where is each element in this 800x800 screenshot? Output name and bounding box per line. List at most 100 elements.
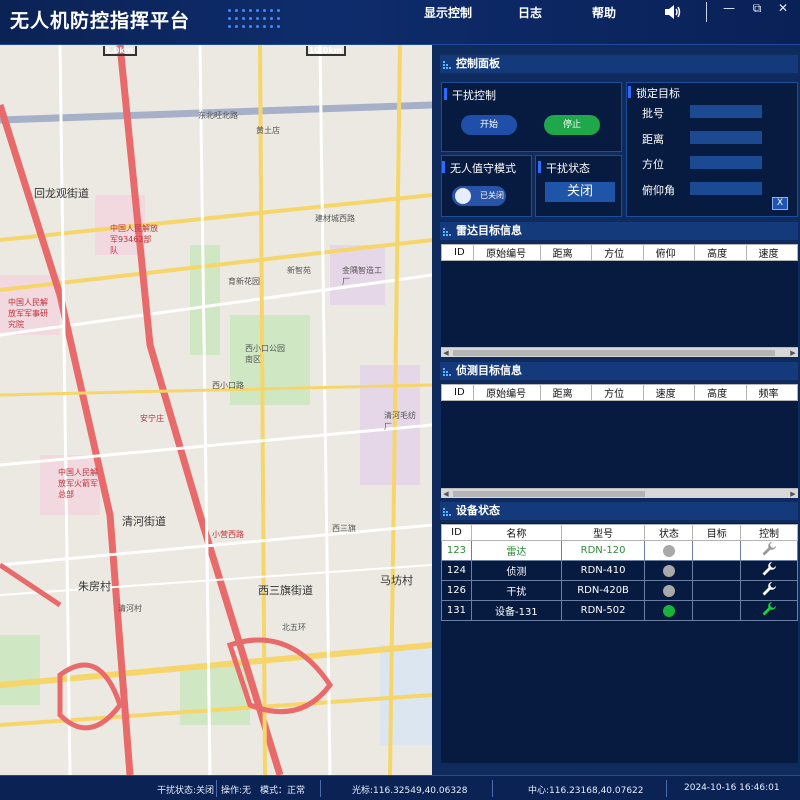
detect-col[interactable]: 频率	[745, 384, 798, 401]
status-divider	[320, 780, 321, 797]
map-label: 育新花园	[228, 277, 260, 286]
decorative-dots	[228, 7, 288, 33]
devices-col[interactable]: 目标	[692, 524, 742, 541]
map-scale-long: 10.0km	[306, 46, 346, 56]
lock-field-distance[interactable]	[690, 131, 762, 144]
wrench-icon[interactable]	[761, 602, 777, 620]
device-target	[692, 540, 742, 561]
section-dots-icon	[443, 61, 451, 69]
scroll-thumb[interactable]	[453, 350, 775, 356]
speaker-icon[interactable]	[664, 4, 682, 20]
map-label: 北五环	[282, 623, 306, 632]
scroll-left-icon[interactable]: ◀	[441, 348, 451, 358]
minimize-button[interactable]: —	[722, 2, 736, 16]
scroll-left-icon[interactable]: ◀	[441, 489, 451, 499]
lock-target-label: 锁定目标	[628, 85, 680, 101]
status-dot-icon	[662, 544, 675, 557]
status-mode: 模式：正常	[260, 786, 306, 796]
radar-col[interactable]: 速度	[745, 244, 798, 261]
device-control	[740, 580, 798, 601]
devices-col[interactable]: 型号	[560, 524, 646, 541]
menu-display-control[interactable]: 显示控制	[424, 4, 472, 21]
detect-col[interactable]: ID	[441, 384, 475, 401]
radar-header: 雷达目标信息	[440, 222, 798, 240]
map-label: 中国人民解放军军事研究院	[8, 298, 48, 329]
map-label: 小营西路	[212, 530, 244, 539]
device-id: 126	[441, 580, 472, 601]
device-row[interactable]: 131 设备-131 RDN-502	[441, 600, 798, 621]
lock-field-batch[interactable]	[690, 105, 762, 118]
device-row[interactable]: 123 雷达 RDN-120	[441, 540, 798, 561]
lock-field-pitch[interactable]	[690, 182, 762, 195]
close-window-button[interactable]: ✕	[776, 2, 790, 16]
device-row[interactable]: 124 侦测 RDN-410	[441, 560, 798, 581]
detect-col[interactable]: 方位	[591, 384, 644, 401]
device-id: 124	[441, 560, 472, 581]
wrench-icon[interactable]	[761, 542, 777, 560]
devices-col[interactable]: ID	[441, 524, 472, 541]
devices-col[interactable]: 状态	[644, 524, 694, 541]
guard-mode-toggle[interactable]: 已关闭	[452, 186, 506, 206]
jam-state-label: 干扰状态	[538, 160, 590, 176]
wrench-icon[interactable]	[761, 562, 777, 580]
map-label: 马坊村	[380, 574, 413, 587]
devices-col[interactable]: 名称	[470, 524, 562, 541]
map-label: 西小口公园南区	[245, 344, 285, 364]
title-bar: 无人机防控指挥平台 显示控制 日志 帮助 — ⧉ ✕	[0, 0, 800, 45]
restore-button[interactable]: ⧉	[750, 2, 764, 16]
jam-state-value: 关闭	[545, 182, 615, 202]
devices-table: ID 名称 型号 状态 目标 控制 123 雷达 RDN-120 124 侦测 RDN-4…	[441, 524, 798, 621]
map-label: 中国人民解放军火箭军总部	[58, 468, 98, 499]
map-view[interactable]: 1.0km 10.0km 回龙观街道 清河街道 西三旗街道 朱房村 马坊村 新智…	[0, 45, 432, 775]
device-status	[644, 600, 694, 621]
menu-log[interactable]: 日志	[518, 4, 542, 21]
stop-button[interactable]: 停止	[544, 115, 600, 135]
devices-col[interactable]: 控制	[740, 524, 798, 541]
lock-close-button[interactable]: X	[772, 197, 788, 210]
status-divider	[666, 780, 667, 797]
status-op: 操作:无	[221, 786, 252, 796]
lock-field-azimuth[interactable]	[690, 156, 762, 169]
detect-col[interactable]: 高度	[694, 384, 747, 401]
scroll-right-icon[interactable]: ▶	[788, 489, 798, 499]
device-name: 设备-131	[470, 600, 562, 621]
devices-title: 设备状态	[456, 504, 500, 517]
device-model: RDN-420B	[560, 580, 646, 601]
radar-col[interactable]: 高度	[694, 244, 747, 261]
radar-h-scrollbar[interactable]: ◀ ▶	[441, 347, 798, 357]
map-label: 回龙观街道	[34, 187, 89, 200]
radar-col[interactable]: 俯仰	[642, 244, 696, 261]
menu-help[interactable]: 帮助	[592, 4, 616, 21]
map-roads	[0, 45, 432, 775]
radar-col[interactable]: 方位	[591, 244, 644, 261]
scroll-right-icon[interactable]: ▶	[788, 348, 798, 358]
device-control	[740, 600, 798, 621]
detect-col[interactable]: 原始编号	[473, 384, 541, 401]
map-label: 金隅智造工厂	[342, 266, 382, 286]
map-label: 清河街道	[122, 515, 166, 528]
radar-col[interactable]: ID	[441, 244, 475, 261]
map-label: 建材城西路	[315, 214, 355, 223]
map-scale-short: 1.0km	[103, 46, 137, 56]
detect-h-scrollbar[interactable]: ◀ ▶	[441, 488, 798, 498]
status-center: 中心:116.23168,40.07622	[528, 786, 644, 796]
detect-title: 侦测目标信息	[456, 364, 522, 377]
devices-header: 设备状态	[440, 502, 798, 520]
device-control	[740, 540, 798, 561]
device-model: RDN-120	[560, 540, 646, 561]
device-row[interactable]: 126 干扰 RDN-420B	[441, 580, 798, 601]
detect-col[interactable]: 距离	[539, 384, 593, 401]
detect-col[interactable]: 速度	[642, 384, 696, 401]
device-model: RDN-410	[560, 560, 646, 581]
status-dot-icon	[662, 564, 675, 577]
guard-mode-label: 无人值守模式	[442, 160, 516, 176]
device-status	[644, 560, 694, 581]
device-control	[740, 560, 798, 581]
scroll-thumb[interactable]	[453, 491, 645, 497]
wrench-icon[interactable]	[761, 582, 777, 600]
lock-field-label: 批号	[642, 107, 664, 120]
control-panel-title: 控制面板	[456, 57, 500, 70]
radar-col[interactable]: 原始编号	[473, 244, 541, 261]
start-button[interactable]: 开始	[461, 115, 517, 135]
radar-col[interactable]: 距离	[539, 244, 593, 261]
